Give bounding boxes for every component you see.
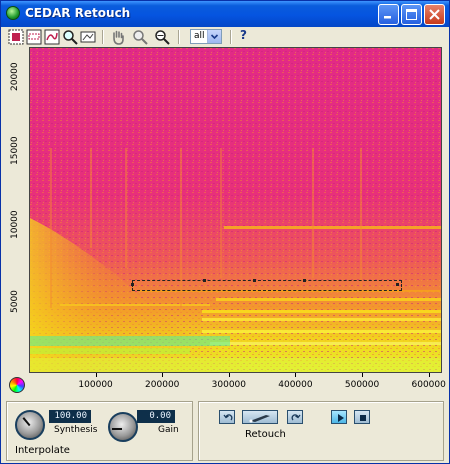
x-tick-label: 100000: [78, 380, 113, 390]
x-tick-label: 400000: [278, 380, 313, 390]
transient-streak: [220, 148, 222, 278]
synthesis-label: Synthesis: [54, 425, 98, 435]
y-tick-label: 5000: [10, 290, 20, 314]
synthesis-value[interactable]: 100.00: [49, 410, 91, 423]
help-button[interactable]: ?: [240, 28, 247, 42]
x-tick: [95, 373, 97, 377]
window-title: CEDAR Retouch: [25, 6, 131, 20]
x-tick: [228, 373, 230, 377]
time-axis: 100000 200000 300000 400000 500000 600000: [29, 373, 446, 391]
zoom-box-icon[interactable]: [80, 29, 96, 45]
toolbar: all ?: [4, 27, 448, 47]
selection-rectangle[interactable]: [131, 279, 402, 291]
retouch-button[interactable]: [242, 410, 278, 424]
retouch-label: Retouch: [245, 429, 286, 440]
gain-value[interactable]: 0.00: [137, 410, 175, 423]
y-tick-label: 20000: [10, 62, 20, 92]
transient-streak: [90, 148, 92, 248]
play-button[interactable]: [331, 410, 347, 424]
toolbar-separator: [178, 30, 180, 44]
zoom-icon[interactable]: [62, 29, 78, 45]
toolbar-separator: [102, 30, 104, 44]
close-button[interactable]: [424, 4, 445, 25]
selection-handle[interactable]: [396, 283, 399, 286]
x-tick-label: 600000: [411, 380, 446, 390]
spectrogram-view[interactable]: [29, 47, 442, 373]
hand-icon[interactable]: [110, 29, 126, 45]
redo-button[interactable]: [287, 410, 303, 424]
cedar-logo-icon: [6, 6, 20, 20]
transient-streak: [125, 148, 127, 268]
selection-handle[interactable]: [131, 283, 134, 286]
x-tick: [362, 373, 364, 377]
color-map-icon[interactable]: [9, 377, 25, 393]
knob-pointer: [22, 417, 31, 427]
harmonic-band: [224, 226, 441, 229]
select-region-icon[interactable]: [26, 29, 42, 45]
toolbar-separator: [230, 30, 232, 44]
frequency-axis: 20000 15000 10000 5000: [7, 47, 29, 373]
transient-streak: [312, 148, 314, 278]
transient-streak: [360, 148, 362, 298]
stop-button[interactable]: [354, 410, 370, 424]
spectrogram-panel: 20000 15000 10000 5000 100000 200000 300…: [2, 47, 447, 397]
x-tick: [295, 373, 297, 377]
channel-select-value: all: [194, 31, 205, 41]
interpolate-label: Interpolate: [15, 445, 70, 456]
x-tick: [162, 373, 164, 377]
zoom-in-icon[interactable]: [132, 29, 148, 45]
transient-streak: [50, 148, 52, 308]
harmonic-band: [202, 310, 441, 313]
x-tick-label: 200000: [145, 380, 180, 390]
app-window: CEDAR Retouch all ? 20000 15000 10000 50…: [0, 0, 450, 464]
bass-band: [30, 358, 441, 372]
knob-pointer: [112, 428, 122, 430]
undo-button[interactable]: [219, 410, 235, 424]
low-band-green: [30, 336, 230, 346]
synthesis-knob[interactable]: [15, 410, 45, 440]
retouch-panel: Retouch: [198, 401, 444, 461]
x-tick: [428, 373, 430, 377]
spectrogram-image[interactable]: [30, 48, 442, 373]
play-icon: [338, 414, 344, 422]
interpolate-panel: 100.00 Synthesis 0.00 Gain Interpolate: [6, 401, 193, 461]
close-icon: [429, 9, 440, 20]
select-freehand-icon[interactable]: [44, 29, 60, 45]
maximize-icon: [406, 9, 417, 20]
harmonic-band: [202, 330, 441, 333]
minimize-button[interactable]: [378, 4, 399, 25]
x-tick-label: 500000: [344, 380, 380, 390]
gain-label: Gain: [158, 425, 179, 435]
harmonic-band: [60, 304, 210, 306]
harmonic-band: [210, 342, 441, 345]
channel-select[interactable]: all: [190, 29, 222, 44]
low-band-lime: [30, 348, 190, 354]
maximize-button[interactable]: [401, 4, 422, 25]
retouch-brush-icon: [249, 415, 270, 423]
zoom-out-icon[interactable]: [154, 29, 170, 45]
select-all-icon[interactable]: [8, 29, 24, 45]
x-tick-label: 300000: [211, 380, 247, 390]
y-tick-label: 10000: [10, 210, 20, 240]
gain-knob[interactable]: [108, 412, 138, 442]
redo-icon: [291, 414, 301, 421]
minimize-icon: [384, 16, 391, 19]
title-bar[interactable]: CEDAR Retouch: [1, 1, 449, 27]
harmonic-band: [202, 318, 441, 321]
selection-handle[interactable]: [203, 279, 206, 282]
chevron-down-icon[interactable]: [207, 30, 221, 43]
y-tick-label: 15000: [10, 136, 20, 166]
stop-icon: [360, 415, 366, 421]
harmonic-band: [216, 298, 441, 301]
selection-handle[interactable]: [303, 279, 306, 282]
selection-handle[interactable]: [253, 279, 256, 282]
undo-icon: [223, 414, 233, 421]
